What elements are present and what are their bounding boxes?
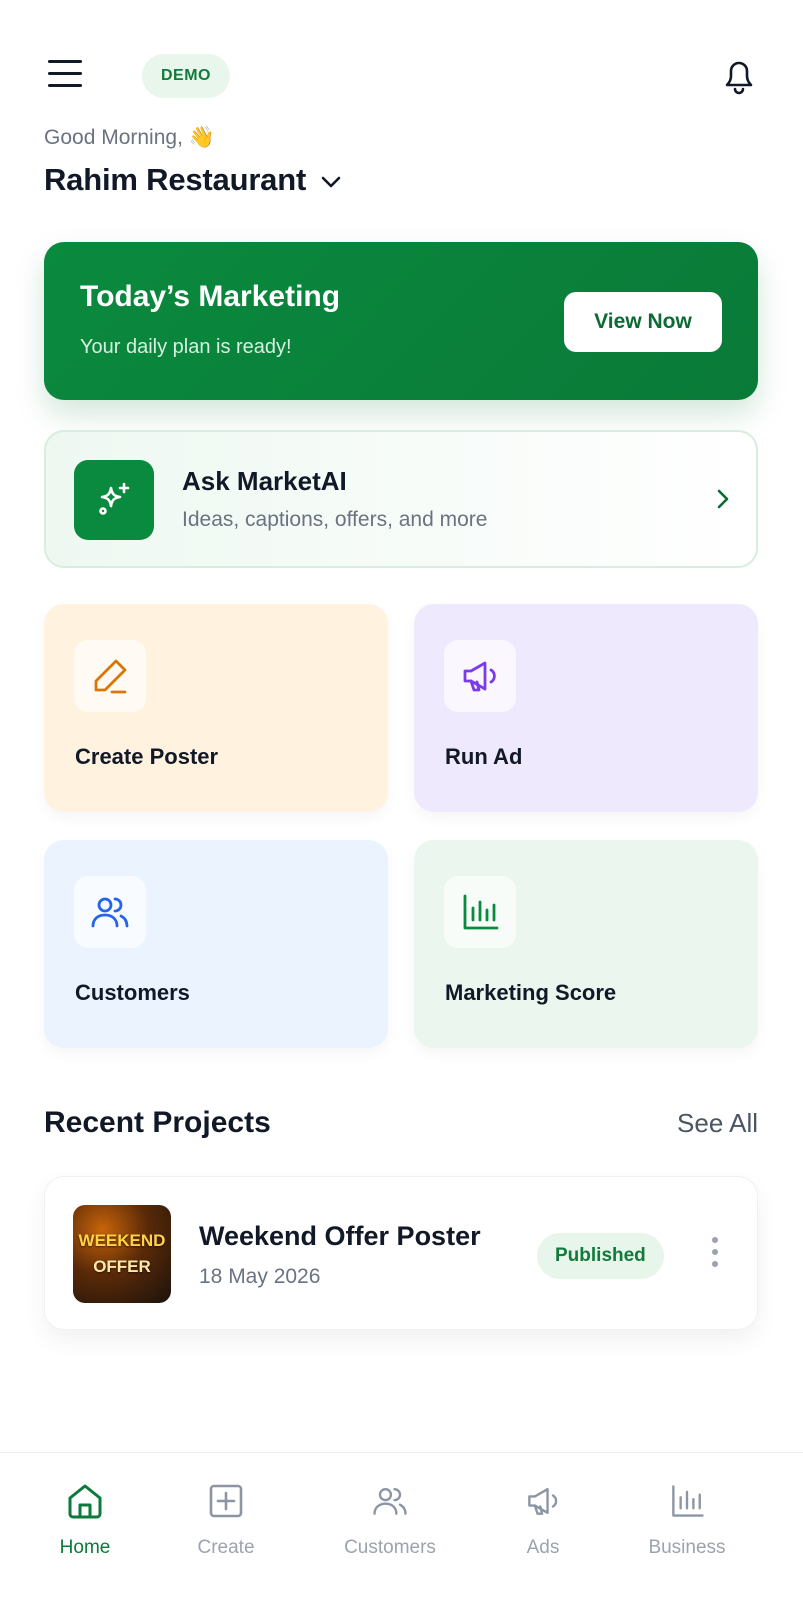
menu-button[interactable] [48, 58, 84, 90]
tile-label: Marketing Score [445, 980, 617, 1005]
marketing-score-tile[interactable]: Marketing Score [414, 840, 758, 1048]
thumbnail-text: WEEKEND [78, 1231, 166, 1250]
thumbnail-text: OFFER [93, 1257, 151, 1276]
assistant-subtitle: Ideas, captions, offers, and more [182, 508, 488, 531]
business-name: Rahim Restaurant [44, 162, 307, 197]
plus-square-icon [209, 1484, 243, 1518]
notifications-button[interactable] [719, 54, 759, 98]
nav-label: Home [59, 1537, 111, 1558]
project-card[interactable]: WEEKEND OFFER Weekend Offer Poster 18 Ma… [44, 1176, 758, 1330]
nav-label: Create [197, 1537, 255, 1558]
nav-label: Customers [344, 1537, 436, 1558]
run-ad-tile[interactable]: Run Ad [414, 604, 758, 812]
project-title: Weekend Offer Poster [199, 1221, 481, 1251]
nav-business[interactable]: Business [612, 1481, 762, 1559]
tile-icon [74, 640, 146, 712]
status-badge: Published [537, 1233, 664, 1279]
customers-tile[interactable]: Customers [44, 840, 388, 1048]
menu-line [48, 84, 82, 87]
menu-line [48, 72, 82, 75]
tile-icon [74, 876, 146, 948]
more-dot [712, 1249, 718, 1255]
more-dot [712, 1237, 718, 1243]
hero-subtitle: Your daily plan is ready! [80, 336, 292, 358]
nav-label: Business [648, 1537, 726, 1558]
nav-customers[interactable]: Customers [315, 1481, 465, 1559]
more-dot [712, 1261, 718, 1267]
todays-marketing-card: Today’s Marketing Your daily plan is rea… [44, 242, 758, 400]
business-selector[interactable]: Rahim Restaurant [44, 162, 342, 198]
project-date: 18 May 2026 [199, 1265, 321, 1288]
bar-chart-icon [672, 1485, 704, 1517]
megaphone-icon [463, 661, 496, 692]
demo-badge: DEMO [142, 54, 230, 98]
assistant-title: Ask MarketAI [182, 466, 347, 496]
hero-title: Today’s Marketing [80, 280, 341, 313]
tile-label: Customers [75, 980, 190, 1005]
assistant-icon-tile [74, 460, 154, 540]
bottom-navigation: Home Create Customers Ads Business [0, 1452, 803, 1600]
bar-chart-icon [463, 894, 499, 930]
sparkles-icon [99, 482, 130, 515]
pencil-icon [94, 659, 127, 694]
see-all-link[interactable]: See All [677, 1108, 758, 1139]
home-icon [68, 1484, 102, 1519]
tile-label: Create Poster [75, 744, 219, 769]
nav-label: Ads [526, 1537, 560, 1558]
chevron-right-icon [717, 489, 729, 509]
chevron-down-icon [321, 176, 341, 188]
create-poster-tile[interactable]: Create Poster [44, 604, 388, 812]
tile-icon [444, 640, 516, 712]
greeting-text: Good Morning, 👋 [44, 126, 215, 149]
top-bar: DEMO [44, 48, 759, 104]
project-thumbnail: WEEKEND OFFER [73, 1205, 171, 1303]
tile-label: Run Ad [445, 744, 523, 769]
view-now-button[interactable]: View Now [564, 292, 722, 352]
nav-ads[interactable]: Ads [468, 1481, 618, 1559]
megaphone-icon [528, 1488, 558, 1515]
recent-projects-header: Recent Projects See All [44, 1106, 758, 1146]
section-title: Recent Projects [44, 1106, 271, 1139]
bell-icon [725, 61, 753, 95]
users-icon [91, 897, 129, 928]
ask-marketai-card[interactable]: Ask MarketAI Ideas, captions, offers, an… [44, 430, 758, 568]
nav-home[interactable]: Home [10, 1481, 160, 1559]
nav-create[interactable]: Create [151, 1481, 301, 1559]
users-icon [373, 1488, 407, 1515]
tile-icon [444, 876, 516, 948]
more-options-button[interactable] [707, 1237, 723, 1273]
menu-line [48, 60, 82, 63]
